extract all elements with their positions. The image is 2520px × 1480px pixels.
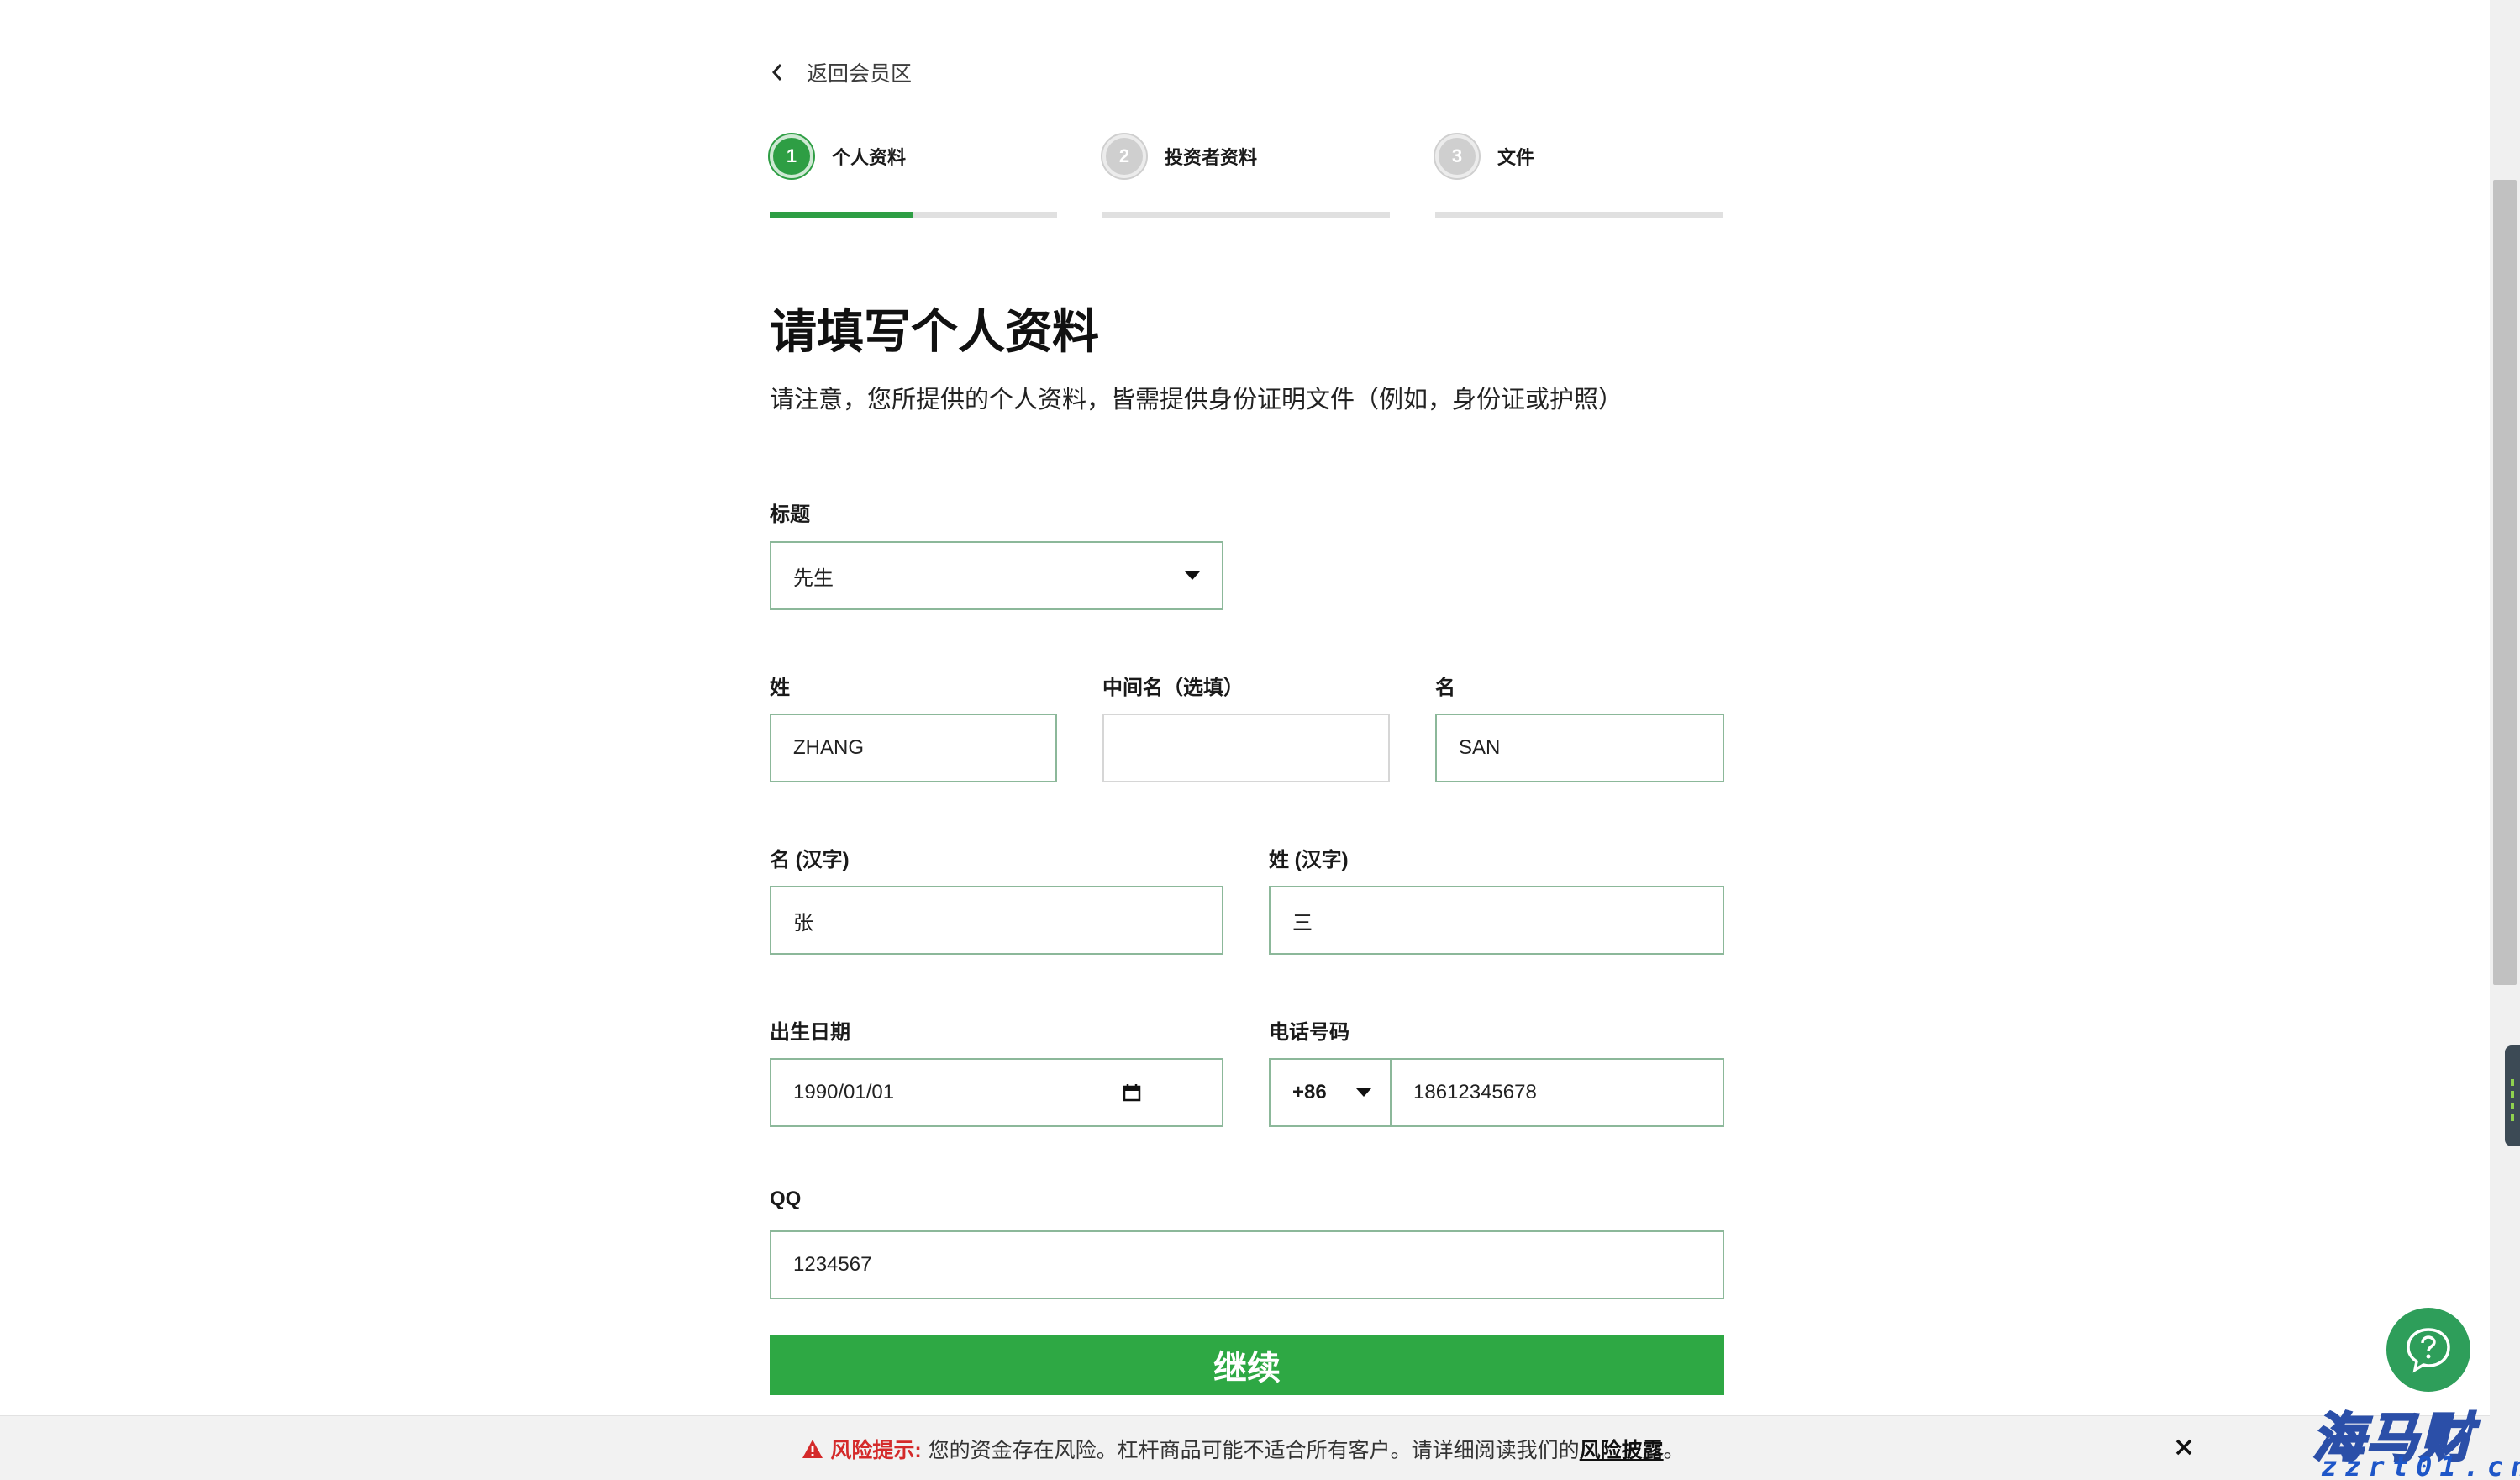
risk-notice-suffix: 。: [1663, 1438, 1685, 1462]
calendar-icon[interactable]: [1123, 1083, 1141, 1102]
step-number: 2: [1102, 134, 1146, 178]
qq-label: QQ: [770, 1188, 802, 1210]
caret-down-icon: [1356, 1088, 1371, 1097]
back-to-member-area-link[interactable]: 返回会员区: [770, 57, 912, 87]
risk-disclosure-link[interactable]: 风险披露: [1580, 1439, 1664, 1462]
registration-page: 返回会员区 1 个人资料 2 投资者资料 3 文件 请填写个人资料 请注意，您所…: [0, 0, 2520, 1480]
middle-name-input[interactable]: [1102, 714, 1390, 782]
risk-notice-bar: 风险提示: 您的资金存在风险。杠杆商品可能不适合所有客户。请详细阅读我们的风险披…: [0, 1415, 2520, 1480]
qq-input[interactable]: 1234567: [770, 1230, 1724, 1299]
step-number: 3: [1435, 134, 1479, 178]
page-subtitle: 请注意，您所提供的个人资料，皆需提供身份证明文件（例如，身份证或护照）: [770, 387, 1623, 413]
salutation-select[interactable]: 先生: [770, 541, 1223, 610]
qq-value: 1234567: [793, 1253, 872, 1276]
step-number: 1: [770, 134, 813, 178]
step-personal-info[interactable]: 1 个人资料: [770, 134, 1057, 219]
help-chat-button[interactable]: [2386, 1308, 2470, 1392]
warning-icon: [802, 1439, 823, 1458]
salutation-value: 先生: [793, 566, 834, 590]
first-name-cn-label: 名 (汉字): [770, 849, 850, 872]
help-icon: [2407, 1328, 2450, 1373]
birth-date-input[interactable]: 1990/01/01: [770, 1058, 1223, 1127]
birth-date-value: 1990/01/01: [793, 1081, 895, 1103]
close-risk-notice-button[interactable]: [2171, 1435, 2196, 1460]
step-investor-info[interactable]: 2 投资者资料: [1102, 134, 1390, 219]
phone-field: +86 18612345678: [1269, 1058, 1724, 1127]
middle-name-label: 中间名（选填）: [1102, 677, 1244, 699]
scrollbar-thumb[interactable]: [2493, 180, 2517, 985]
page-title: 请填写个人资料: [770, 305, 1099, 358]
watermark-sub-text: zzrt01.cn: [2321, 1451, 2520, 1480]
last-name-cn-value: 三: [1292, 911, 1313, 935]
step-label: 文件: [1497, 147, 1535, 168]
first-name-cn-value: 张: [793, 911, 813, 935]
step-label: 投资者资料: [1165, 147, 1258, 168]
step-label: 个人资料: [832, 147, 907, 168]
continue-button[interactable]: 继续: [770, 1335, 1724, 1395]
salutation-label: 标题: [770, 503, 810, 526]
risk-notice-title: 风险提示:: [830, 1438, 922, 1462]
first-name-input[interactable]: SAN: [1435, 714, 1724, 782]
close-icon: [2175, 1439, 2192, 1456]
progress-stepper: 1 个人资料 2 投资者资料 3 文件: [770, 134, 1724, 219]
watermark-logo: 海马财经 zzrt01.cn: [2312, 1395, 2520, 1480]
last-name-label: 姓: [770, 677, 790, 699]
step-documents[interactable]: 3 文件: [1435, 134, 1723, 219]
side-level-widget[interactable]: [2505, 1045, 2520, 1146]
step-progress-bar: [1102, 212, 1390, 218]
phone-number-input[interactable]: 18612345678: [1392, 1060, 1723, 1125]
step-progress-bar: [770, 212, 1057, 218]
step-progress-fill: [770, 212, 913, 218]
risk-notice-text: 您的资金存在风险。杠杆商品可能不适合所有客户。请详细阅读我们的风险披露。: [929, 1434, 1685, 1464]
first-name-cn-input[interactable]: 张: [770, 886, 1223, 955]
first-name-value: SAN: [1459, 736, 1501, 759]
risk-notice-body: 您的资金存在风险。杠杆商品可能不适合所有客户。请详细阅读我们的: [928, 1438, 1580, 1462]
chevron-left-icon: [771, 64, 782, 81]
country-code-select[interactable]: +86: [1271, 1060, 1392, 1125]
phone-label: 电话号码: [1269, 1021, 1349, 1044]
birth-date-label: 出生日期: [770, 1021, 850, 1044]
last-name-cn-input[interactable]: 三: [1269, 886, 1724, 955]
country-code-value: +86: [1292, 1081, 1327, 1103]
last-name-input[interactable]: ZHANG: [770, 714, 1057, 782]
step-progress-bar: [1435, 212, 1723, 218]
back-link-label: 返回会员区: [807, 62, 913, 86]
last-name-value: ZHANG: [793, 736, 864, 759]
last-name-cn-label: 姓 (汉字): [1269, 849, 1349, 872]
phone-number-value: 18612345678: [1413, 1081, 1537, 1103]
first-name-label: 名: [1435, 677, 1455, 699]
caret-down-icon: [1185, 571, 1200, 580]
